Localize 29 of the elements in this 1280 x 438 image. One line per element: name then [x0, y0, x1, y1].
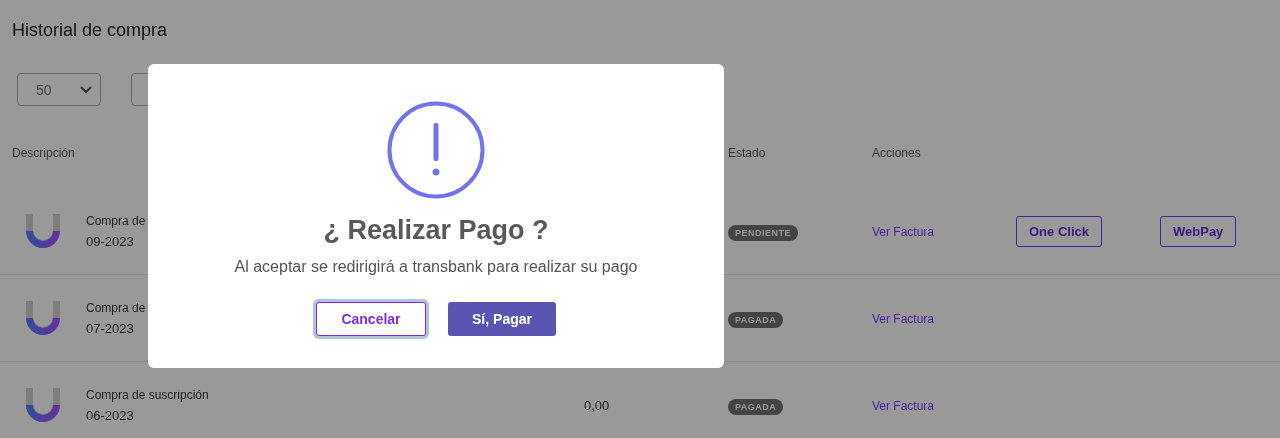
- amount-text: 0,00: [584, 398, 610, 413]
- invoice-link[interactable]: Ver Factura: [872, 399, 935, 413]
- description-text: Compra de: [86, 300, 146, 315]
- column-header: Acciones: [872, 146, 922, 160]
- column-header: Descripción: [12, 146, 76, 160]
- cancel-button[interactable]: Cancelar: [316, 302, 426, 336]
- status-badge: PAGADA: [728, 398, 784, 415]
- period-text: 09-2023: [86, 233, 135, 249]
- warning-icon: [387, 101, 485, 199]
- chevron-down-icon: [80, 85, 92, 94]
- invoice-link[interactable]: Ver Factura: [872, 312, 935, 326]
- dialog-title: ¿ Realizar Pago ?: [323, 215, 549, 246]
- column-header: Estado: [728, 146, 767, 160]
- status-badge: PAGADA: [728, 311, 784, 328]
- confirm-button[interactable]: Sí, Pagar: [448, 302, 556, 336]
- logo-icon: [26, 214, 60, 248]
- logo-icon: [26, 301, 60, 335]
- status-badge: PENDIENTE: [728, 224, 798, 241]
- payment-button[interactable]: WebPay: [1160, 215, 1237, 247]
- logo-icon: [26, 388, 60, 422]
- page-title: Historial de compra: [11, 19, 169, 42]
- dialog-message: Al aceptar se redirigirá a transbank para realizar su pago: [234, 258, 638, 276]
- payment-button[interactable]: One Click: [1016, 215, 1102, 247]
- period-text: 07-2023: [86, 320, 135, 336]
- page-size-select[interactable]: 50: [17, 73, 101, 106]
- description-text: Compra de suscripción: [86, 387, 209, 402]
- description-text: Compra de: [86, 213, 146, 228]
- invoice-link[interactable]: Ver Factura: [872, 225, 935, 239]
- period-text: 06-2023: [86, 407, 135, 423]
